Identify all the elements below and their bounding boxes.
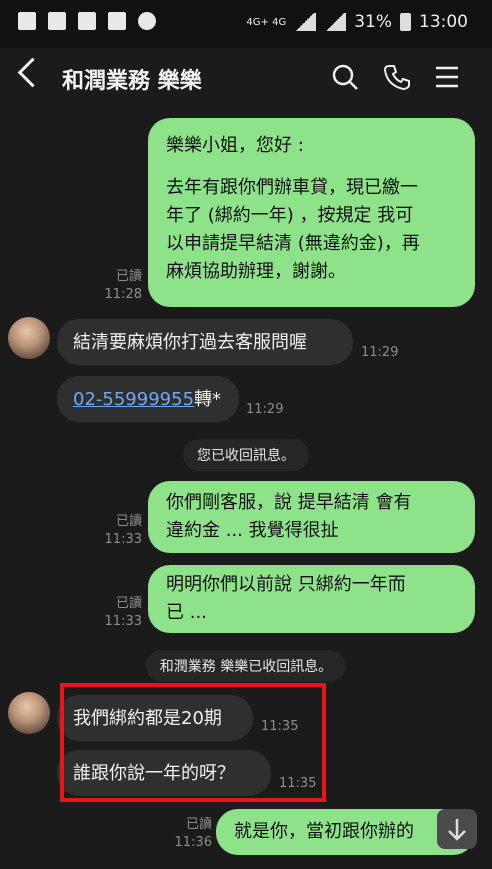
outgoing-message[interactable]: 你們剛客服，說 提早結清 會有 違約金 ... 我覺得很扯 [148,481,475,553]
hotspot-icon [138,12,156,30]
message-text: 結清要麻煩你打過去客服問喔 [73,332,307,353]
message-line: 去年有跟你們辦車貸，現已繳一 [166,177,418,198]
phone-icon[interactable] [383,63,411,91]
message-meta: 已讀 11:36 [170,816,212,852]
system-notice: 您已收回訊息。 [183,439,309,471]
notification-icons [18,12,156,30]
read-receipt: 已讀 [115,514,142,529]
phone-link[interactable]: 02-55999955 [73,389,194,410]
message-line: 已 ... [166,602,207,623]
incoming-message[interactable]: 結清要麻煩你打過去客服問喔 [57,319,353,365]
incoming-message[interactable]: 02-55999955轉* [57,376,239,422]
message-time: 11:36 [174,835,212,850]
back-arrow-icon[interactable] [17,57,48,88]
message-text: 就是你，當初跟你辦的 [234,821,414,842]
message-meta: 已讀 11:33 [100,595,142,631]
news-icon [48,12,66,30]
news-icon [108,12,126,30]
battery-icon [400,13,411,31]
notification-icon [18,12,36,30]
signal-icon [294,13,317,31]
chat-header: 和潤業務 樂樂 [0,48,492,106]
message-meta: 已讀 11:28 [100,268,142,304]
read-receipt: 已讀 [115,596,142,611]
message-time: 11:33 [104,614,142,629]
status-bar: 4G+ 4G 31% 13:00 [0,0,492,48]
message-line: 你們剛客服，說 提早結清 會有 [166,492,412,513]
message-text: 轉* [194,389,222,410]
signal-icon [324,13,347,31]
message-time: 11:29 [361,345,399,360]
search-icon[interactable] [331,63,359,91]
outgoing-message[interactable]: 明明你們以前說 只綁約一年而 已 ... [148,565,475,633]
message-time: 11:33 [104,532,142,547]
message-line: 年了 (綁約一年) ，按規定 我可 [166,205,414,226]
outgoing-message[interactable]: 樂樂小姐，您好 : 去年有跟你們辦車貸，現已繳一 年了 (綁約一年) ，按規定 … [148,118,475,307]
message-line: 樂樂小姐，您好 : [166,135,304,156]
battery-percent: 31% [354,12,392,32]
network-label: 4G+ 4G [246,16,287,28]
clock: 13:00 [419,12,468,32]
message-line: 明明你們以前說 只綁約一年而 [166,574,406,595]
system-notice: 和潤業務 樂樂已收回訊息。 [145,650,347,682]
message-meta: 已讀 11:33 [100,513,142,549]
chat-title: 和潤業務 樂樂 [62,69,202,94]
message-time: 11:28 [104,287,142,302]
notification-icon [78,12,96,30]
avatar[interactable] [8,692,50,734]
highlight-box [60,683,326,802]
system-status: 4G+ 4G 31% 13:00 [246,12,468,32]
read-receipt: 已讀 [115,269,142,284]
scroll-down-icon [448,819,466,841]
scroll-down-button[interactable] [437,809,477,849]
message-line: 違約金 ... 我覺得很扯 [166,520,339,541]
menu-icon[interactable] [433,63,461,91]
message-line: 麻煩協助辦理，謝謝。 [166,261,346,282]
message-time: 11:29 [246,402,284,417]
avatar[interactable] [8,317,50,359]
message-line: 以申請提早結清 (無違約金)，再 [166,233,420,254]
read-receipt: 已讀 [185,817,212,832]
